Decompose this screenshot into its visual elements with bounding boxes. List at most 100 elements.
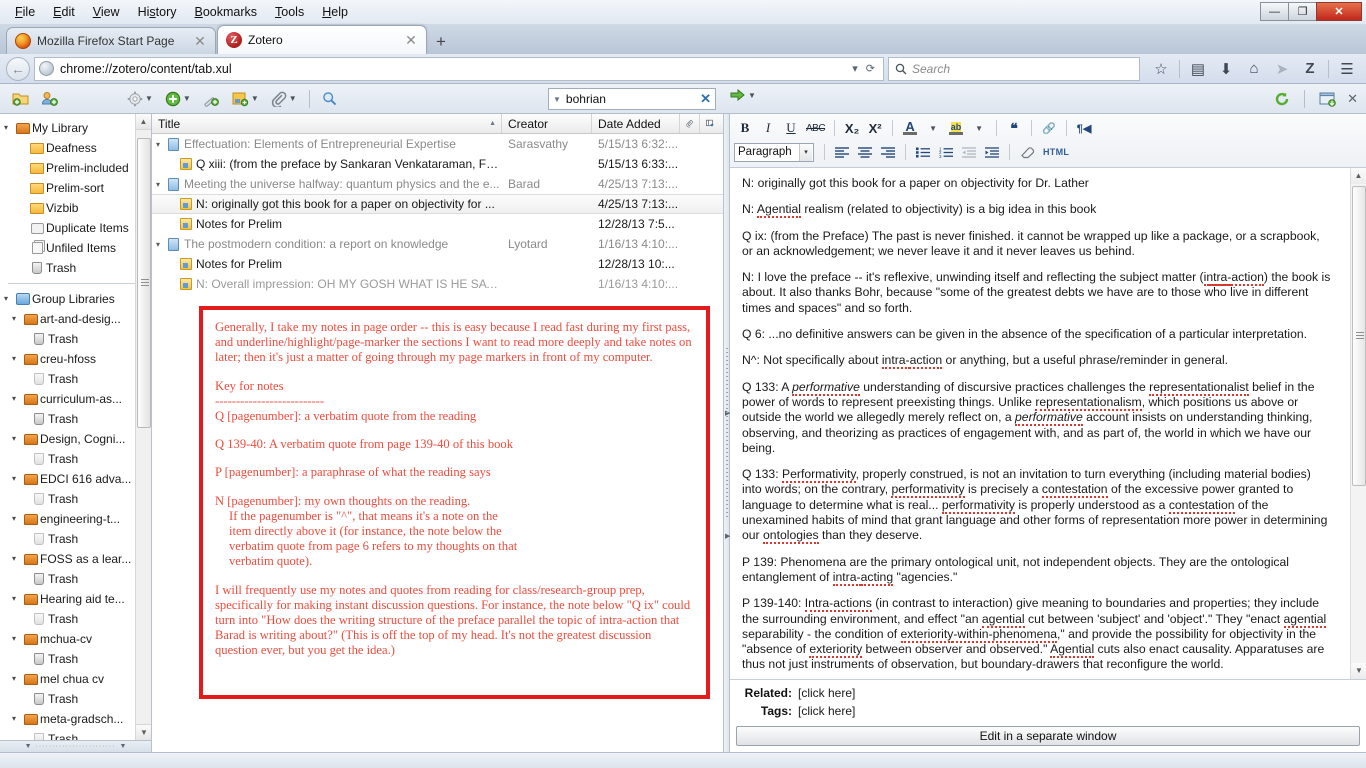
twisty-icon[interactable]: ▾	[12, 629, 22, 649]
twisty-icon[interactable]: ▾	[12, 589, 22, 609]
close-button[interactable]: ✕	[1316, 2, 1362, 21]
collection-my-library[interactable]: ▾ My Library	[0, 118, 151, 138]
group-trash-1[interactable]: Trash	[0, 369, 151, 389]
scroll-down-icon[interactable]: ▼	[136, 724, 151, 740]
collection-trash[interactable]: Trash	[0, 258, 151, 278]
close-icon[interactable]: ✕	[404, 33, 418, 47]
note-content[interactable]: N: originally got this book for a paper …	[730, 168, 1366, 679]
indent-button[interactable]	[981, 142, 1003, 163]
twisty-icon[interactable]: ▾	[12, 669, 22, 689]
twisty-icon[interactable]: ▾	[12, 349, 22, 369]
twisty-icon[interactable]: ▾	[12, 549, 22, 569]
menu-bookmarks[interactable]: Bookmarks	[186, 1, 267, 23]
scroll-down-icon[interactable]: ▼	[1351, 662, 1366, 679]
scrollbar-thumb[interactable]	[137, 138, 151, 428]
browser-search-input[interactable]: Search	[888, 56, 1140, 81]
scroll-up-icon[interactable]: ▲	[136, 114, 151, 130]
group-library-2[interactable]: ▾ curriculum-as...	[0, 389, 151, 409]
column-header-title[interactable]: Title ▲	[152, 114, 502, 133]
remove-format-button[interactable]	[1016, 142, 1038, 163]
group-trash-0[interactable]: Trash	[0, 329, 151, 349]
group-trash-6[interactable]: Trash	[0, 569, 151, 589]
restore-button[interactable]: ❐	[1288, 2, 1317, 21]
group-trash-4[interactable]: Trash	[0, 489, 151, 509]
tags-value[interactable]: [click here]	[798, 704, 855, 718]
group-library-8[interactable]: ▾ mchua-cv	[0, 629, 151, 649]
collection-prelim-sort[interactable]: Prelim-sort	[0, 178, 151, 198]
group-trash-8[interactable]: Trash	[0, 649, 151, 669]
minimize-button[interactable]: —	[1260, 2, 1289, 21]
group-library-1[interactable]: ▾ creu-hfoss	[0, 349, 151, 369]
bold-button[interactable]: B	[734, 118, 756, 139]
superscript-button[interactable]: X²	[864, 118, 886, 139]
align-right-button[interactable]	[877, 142, 899, 163]
edit-in-separate-window-button[interactable]: Edit in a separate window	[736, 725, 1360, 746]
splitter-arrow-right[interactable]: ▼	[119, 743, 126, 750]
group-library-10[interactable]: ▾ meta-gradsch...	[0, 709, 151, 729]
collection-duplicate-items[interactable]: Duplicate Items	[0, 218, 151, 238]
twisty-icon[interactable]: ▾	[4, 118, 14, 138]
align-center-button[interactable]	[854, 142, 876, 163]
group-library-0[interactable]: ▾ art-and-desig...	[0, 309, 151, 329]
actions-menu-button[interactable]: ▼	[121, 91, 159, 107]
rtl-button[interactable]: ¶◀	[1073, 118, 1095, 139]
column-header-date-added[interactable]: Date Added	[592, 114, 680, 133]
new-note-button[interactable]: ▼	[226, 91, 265, 107]
add-attachment-button[interactable]: ▼	[265, 91, 303, 107]
back-button[interactable]: ←	[6, 56, 30, 81]
outdent-button[interactable]	[958, 142, 980, 163]
reader-list-icon[interactable]: ▤	[1185, 57, 1211, 81]
twisty-icon[interactable]: ▾	[12, 709, 22, 729]
table-row[interactable]: ▾ Effectuation: Elements of Entrepreneuri…	[152, 134, 723, 154]
collections-scrollbar[interactable]: ▲ ▼	[135, 114, 151, 752]
table-row[interactable]: Q xiii: (from the preface by Sankaran Ve…	[152, 154, 723, 174]
menu-file[interactable]: File	[6, 1, 44, 23]
blockquote-button[interactable]: ❝	[1003, 118, 1025, 139]
group-libraries-header[interactable]: ▾ Group Libraries	[0, 289, 151, 309]
underline-button[interactable]: U	[780, 118, 802, 139]
chevron-down-icon[interactable]: ▼	[748, 91, 756, 100]
related-value[interactable]: [click here]	[798, 686, 855, 700]
splitter-arrow-left[interactable]: ▼	[25, 743, 32, 750]
group-trash-5[interactable]: Trash	[0, 529, 151, 549]
link-button[interactable]: 🔗	[1038, 118, 1060, 139]
twisty-icon[interactable]: ▾	[4, 289, 14, 309]
group-trash-2[interactable]: Trash	[0, 409, 151, 429]
downloads-icon[interactable]: ⬇	[1213, 57, 1239, 81]
zotero-toolbar-icon[interactable]: Z	[1297, 57, 1323, 81]
chevron-down-icon[interactable]: ▼	[553, 95, 561, 104]
scrollbar-thumb[interactable]	[1352, 186, 1366, 486]
new-group-button[interactable]	[35, 91, 65, 106]
html-source-button[interactable]: HTML	[1039, 142, 1073, 163]
menu-edit[interactable]: Edit	[44, 1, 84, 23]
twisty-icon[interactable]: ▾	[12, 309, 22, 329]
add-by-identifier-button[interactable]	[197, 91, 226, 107]
collection-deafness[interactable]: Deafness	[0, 138, 151, 158]
close-pane-icon[interactable]: ✕	[1345, 91, 1360, 107]
new-item-button[interactable]: ▼	[159, 91, 197, 107]
twisty-icon[interactable]: ▾	[12, 429, 22, 449]
group-library-5[interactable]: ▾ engineering-t...	[0, 509, 151, 529]
table-row[interactable]: ▾ Meeting the universe halfway: quantum p…	[152, 174, 723, 194]
chevron-down-icon[interactable]: ▾	[848, 62, 862, 75]
italic-button[interactable]: I	[757, 118, 779, 139]
scroll-up-icon[interactable]: ▲	[1351, 168, 1366, 184]
strikethrough-button[interactable]: ABC	[803, 118, 828, 139]
close-icon[interactable]: ✕	[193, 34, 207, 48]
sync-icon[interactable]	[1274, 91, 1290, 107]
column-picker-button[interactable]	[700, 114, 720, 133]
new-collection-button[interactable]	[6, 91, 35, 106]
group-trash-9[interactable]: Trash	[0, 689, 151, 709]
group-library-6[interactable]: ▾ FOSS as a lear...	[0, 549, 151, 569]
twisty-icon[interactable]: ▾	[12, 469, 22, 489]
url-bar[interactable]: chrome://zotero/content/tab.xul ▾ ⟳	[34, 56, 884, 81]
collections-horizontal-splitter[interactable]: ▼ ························ ▼	[0, 740, 151, 752]
menu-view[interactable]: View	[84, 1, 129, 23]
group-library-9[interactable]: ▾ mel chua cv	[0, 669, 151, 689]
table-row[interactable]: N: originally got this book for a paper …	[152, 194, 723, 214]
group-trash-3[interactable]: Trash	[0, 449, 151, 469]
advanced-search-button[interactable]	[316, 91, 343, 106]
twisty-icon[interactable]: ▾	[156, 240, 168, 249]
menu-help[interactable]: Help	[313, 1, 357, 23]
menu-tools[interactable]: Tools	[266, 1, 313, 23]
